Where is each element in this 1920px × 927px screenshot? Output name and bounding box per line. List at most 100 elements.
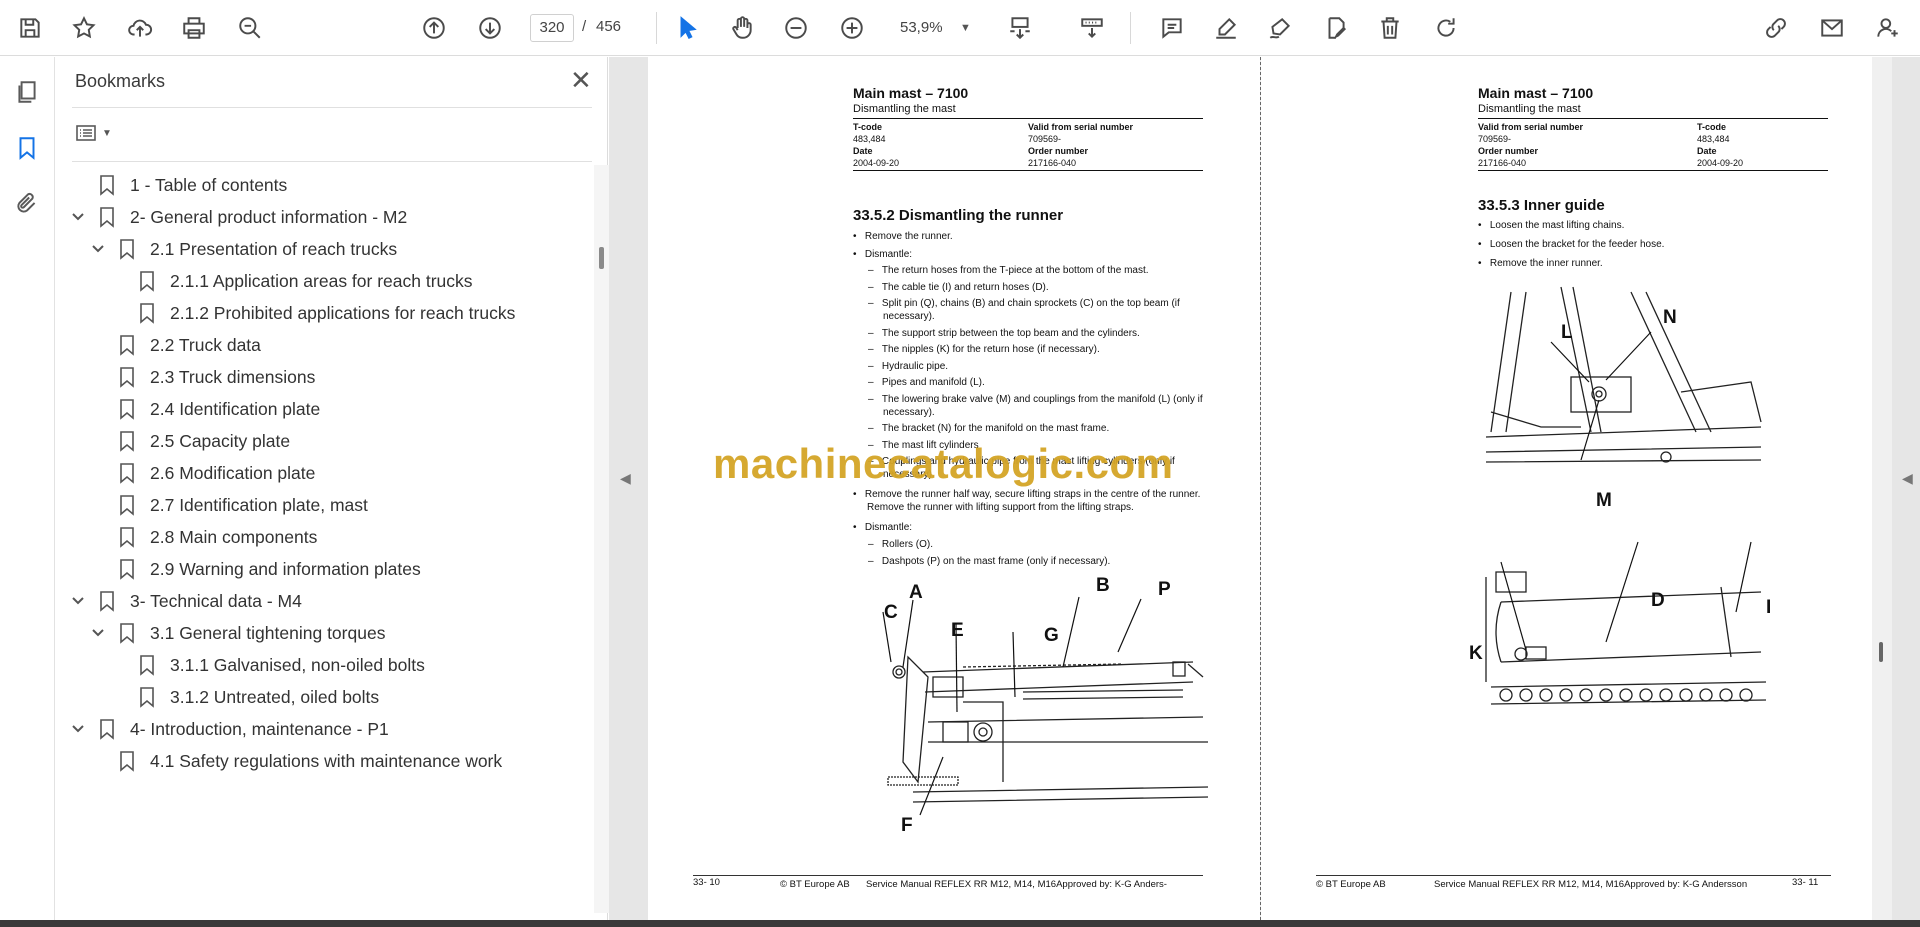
dash-item: – Split pin (Q), chains (B) and chain sp…	[868, 298, 1180, 322]
valid-value: 709569-	[1028, 134, 1062, 144]
bookmark-item[interactable]: 3- Technical data - M4	[98, 586, 302, 616]
bookmark-icon	[138, 270, 156, 292]
upload-cloud-icon[interactable]	[122, 10, 158, 46]
bookmark-label: 2.9 Warning and information plates	[150, 558, 421, 579]
close-icon[interactable]: ✕	[570, 67, 592, 93]
bookmark-label: 3.1.1 Galvanised, non-oiled bolts	[170, 654, 425, 675]
header-rule	[853, 170, 1203, 171]
bullet-item: • Remove the runner.	[853, 231, 953, 242]
date-value: 2004-09-20	[1697, 158, 1744, 168]
bookmark-icon	[118, 494, 136, 516]
scroll-mode-icon[interactable]	[1074, 10, 1110, 46]
dash-item: – The support strip between the top beam…	[868, 328, 1140, 339]
bookmark-item[interactable]: 2.1.1 Application areas for reach trucks	[138, 266, 473, 296]
bookmark-icon	[98, 174, 116, 196]
print-icon[interactable]	[176, 10, 212, 46]
bookmark-item[interactable]: 2.1 Presentation of reach trucks	[118, 234, 397, 264]
bookmark-icon	[118, 238, 136, 260]
bookmark-item[interactable]: 3.1.1 Galvanised, non-oiled bolts	[138, 650, 425, 680]
bookmark-label: 2.7 Identification plate, mast	[150, 494, 368, 515]
date-value: 2004-09-20	[853, 158, 900, 168]
footer-page-number: 33- 11	[1792, 877, 1819, 888]
page-title: Main mast – 7100	[853, 85, 969, 101]
order-value: 217166-040	[1028, 158, 1077, 168]
bookmark-label: 3- Technical data - M4	[130, 590, 302, 611]
chevron-expanded-icon[interactable]	[90, 625, 106, 641]
star-icon[interactable]	[66, 10, 102, 46]
bookmark-item[interactable]: 3.1 General tightening torques	[118, 618, 385, 648]
footer-manual: Service Manual REFLEX RR M12, M14, M16Ap…	[866, 879, 1167, 890]
chevron-expanded-icon[interactable]	[70, 593, 86, 609]
bookmark-item[interactable]: 2.2 Truck data	[118, 330, 261, 360]
bookmark-icon	[98, 590, 116, 612]
figure-label: I	[1766, 597, 1772, 618]
bookmark-item[interactable]: 2.8 Main components	[118, 522, 317, 552]
zoom-out-icon[interactable]	[778, 10, 814, 46]
bookmark-item[interactable]: 2.9 Warning and information plates	[118, 554, 421, 584]
bullet-text: Remove the runner.	[864, 231, 953, 242]
chevron-down-icon[interactable]: ▼	[102, 128, 112, 139]
previous-page-icon[interactable]	[416, 10, 452, 46]
rotate-icon[interactable]	[1428, 10, 1464, 46]
edit-pdf-icon[interactable]	[1318, 10, 1354, 46]
collapse-right-panel-icon[interactable]: ◀	[1902, 470, 1913, 487]
dash-text: The cable tie (I) and return hoses (D).	[881, 282, 1049, 293]
bookmark-item[interactable]: 2.7 Identification plate, mast	[118, 490, 368, 520]
document-scrollbar[interactable]	[1872, 57, 1892, 920]
chevron-expanded-icon[interactable]	[70, 721, 86, 737]
bookmark-item[interactable]: 2- General product information - M2	[98, 202, 407, 232]
page-fit-icon[interactable]	[1002, 10, 1038, 46]
comment-icon[interactable]	[1154, 10, 1190, 46]
bookmark-label: 2.5 Capacity plate	[150, 430, 291, 451]
order-label: Order number	[1028, 146, 1089, 156]
bookmark-item[interactable]: 2.1.2 Prohibited applications for reach …	[138, 298, 515, 328]
email-icon[interactable]	[1814, 10, 1850, 46]
figure-label: L	[1561, 322, 1573, 343]
chevron-expanded-icon[interactable]	[90, 241, 106, 257]
scrollbar-thumb[interactable]	[599, 247, 604, 269]
figure-label: C	[884, 602, 898, 623]
page-subtitle: Dismantling the mast	[853, 103, 956, 115]
bookmark-options-button[interactable]: ▼	[74, 119, 120, 147]
chevron-down-icon[interactable]: ▼	[960, 14, 971, 42]
header-rule	[1478, 118, 1828, 119]
highlight-pen-icon[interactable]	[1208, 10, 1244, 46]
chevron-expanded-icon[interactable]	[70, 209, 86, 225]
bookmark-item[interactable]: 2.4 Identification plate	[118, 394, 320, 424]
bookmark-item[interactable]: 2.6 Modification plate	[118, 458, 315, 488]
hand-tool-icon[interactable]	[724, 10, 760, 46]
bookmark-item[interactable]: 2.5 Capacity plate	[118, 426, 290, 456]
next-page-icon[interactable]	[472, 10, 508, 46]
bookmark-label: 2.1.2 Prohibited applications for reach …	[170, 302, 516, 323]
page-thumbnails-icon[interactable]	[10, 75, 44, 109]
valid-value: 709569-	[1478, 134, 1512, 144]
sign-icon[interactable]	[1262, 10, 1298, 46]
figure-label: A	[909, 582, 923, 603]
page-separator: /	[582, 18, 587, 35]
select-cursor-icon[interactable]	[670, 10, 706, 46]
bookmark-list: 1 - Table of contents 2- General product…	[56, 165, 592, 913]
bookmarks-icon[interactable]	[10, 131, 44, 165]
bookmark-item[interactable]: 4.1 Safety regulations with maintenance …	[118, 746, 502, 776]
attachments-icon[interactable]	[10, 187, 44, 221]
bookmark-item[interactable]: 1 - Table of contents	[98, 170, 287, 200]
hose-diagram	[1485, 541, 1767, 705]
zoom-in-icon[interactable]	[834, 10, 870, 46]
figure-label: E	[951, 620, 964, 641]
date-label: Date	[853, 146, 873, 156]
bookmark-item[interactable]: 4- Introduction, maintenance - P1	[98, 714, 389, 744]
zoom-search-icon[interactable]	[232, 10, 268, 46]
collapse-left-panel-icon[interactable]: ◀	[620, 470, 631, 487]
bookmark-icon	[118, 750, 136, 772]
tcode-label: T-code	[853, 122, 883, 132]
page-number-input[interactable]: 320	[530, 14, 574, 42]
delete-icon[interactable]	[1372, 10, 1408, 46]
order-value: 217166-040	[1478, 158, 1527, 168]
scrollbar-thumb[interactable]	[1879, 642, 1883, 662]
account-icon[interactable]	[1870, 10, 1906, 46]
share-link-icon[interactable]	[1758, 10, 1794, 46]
save-icon[interactable]	[12, 10, 48, 46]
bookmark-item[interactable]: 2.3 Truck dimensions	[118, 362, 315, 392]
bookmark-label: 4- Introduction, maintenance - P1	[130, 718, 389, 739]
bookmark-item[interactable]: 3.1.2 Untreated, oiled bolts	[138, 682, 379, 712]
